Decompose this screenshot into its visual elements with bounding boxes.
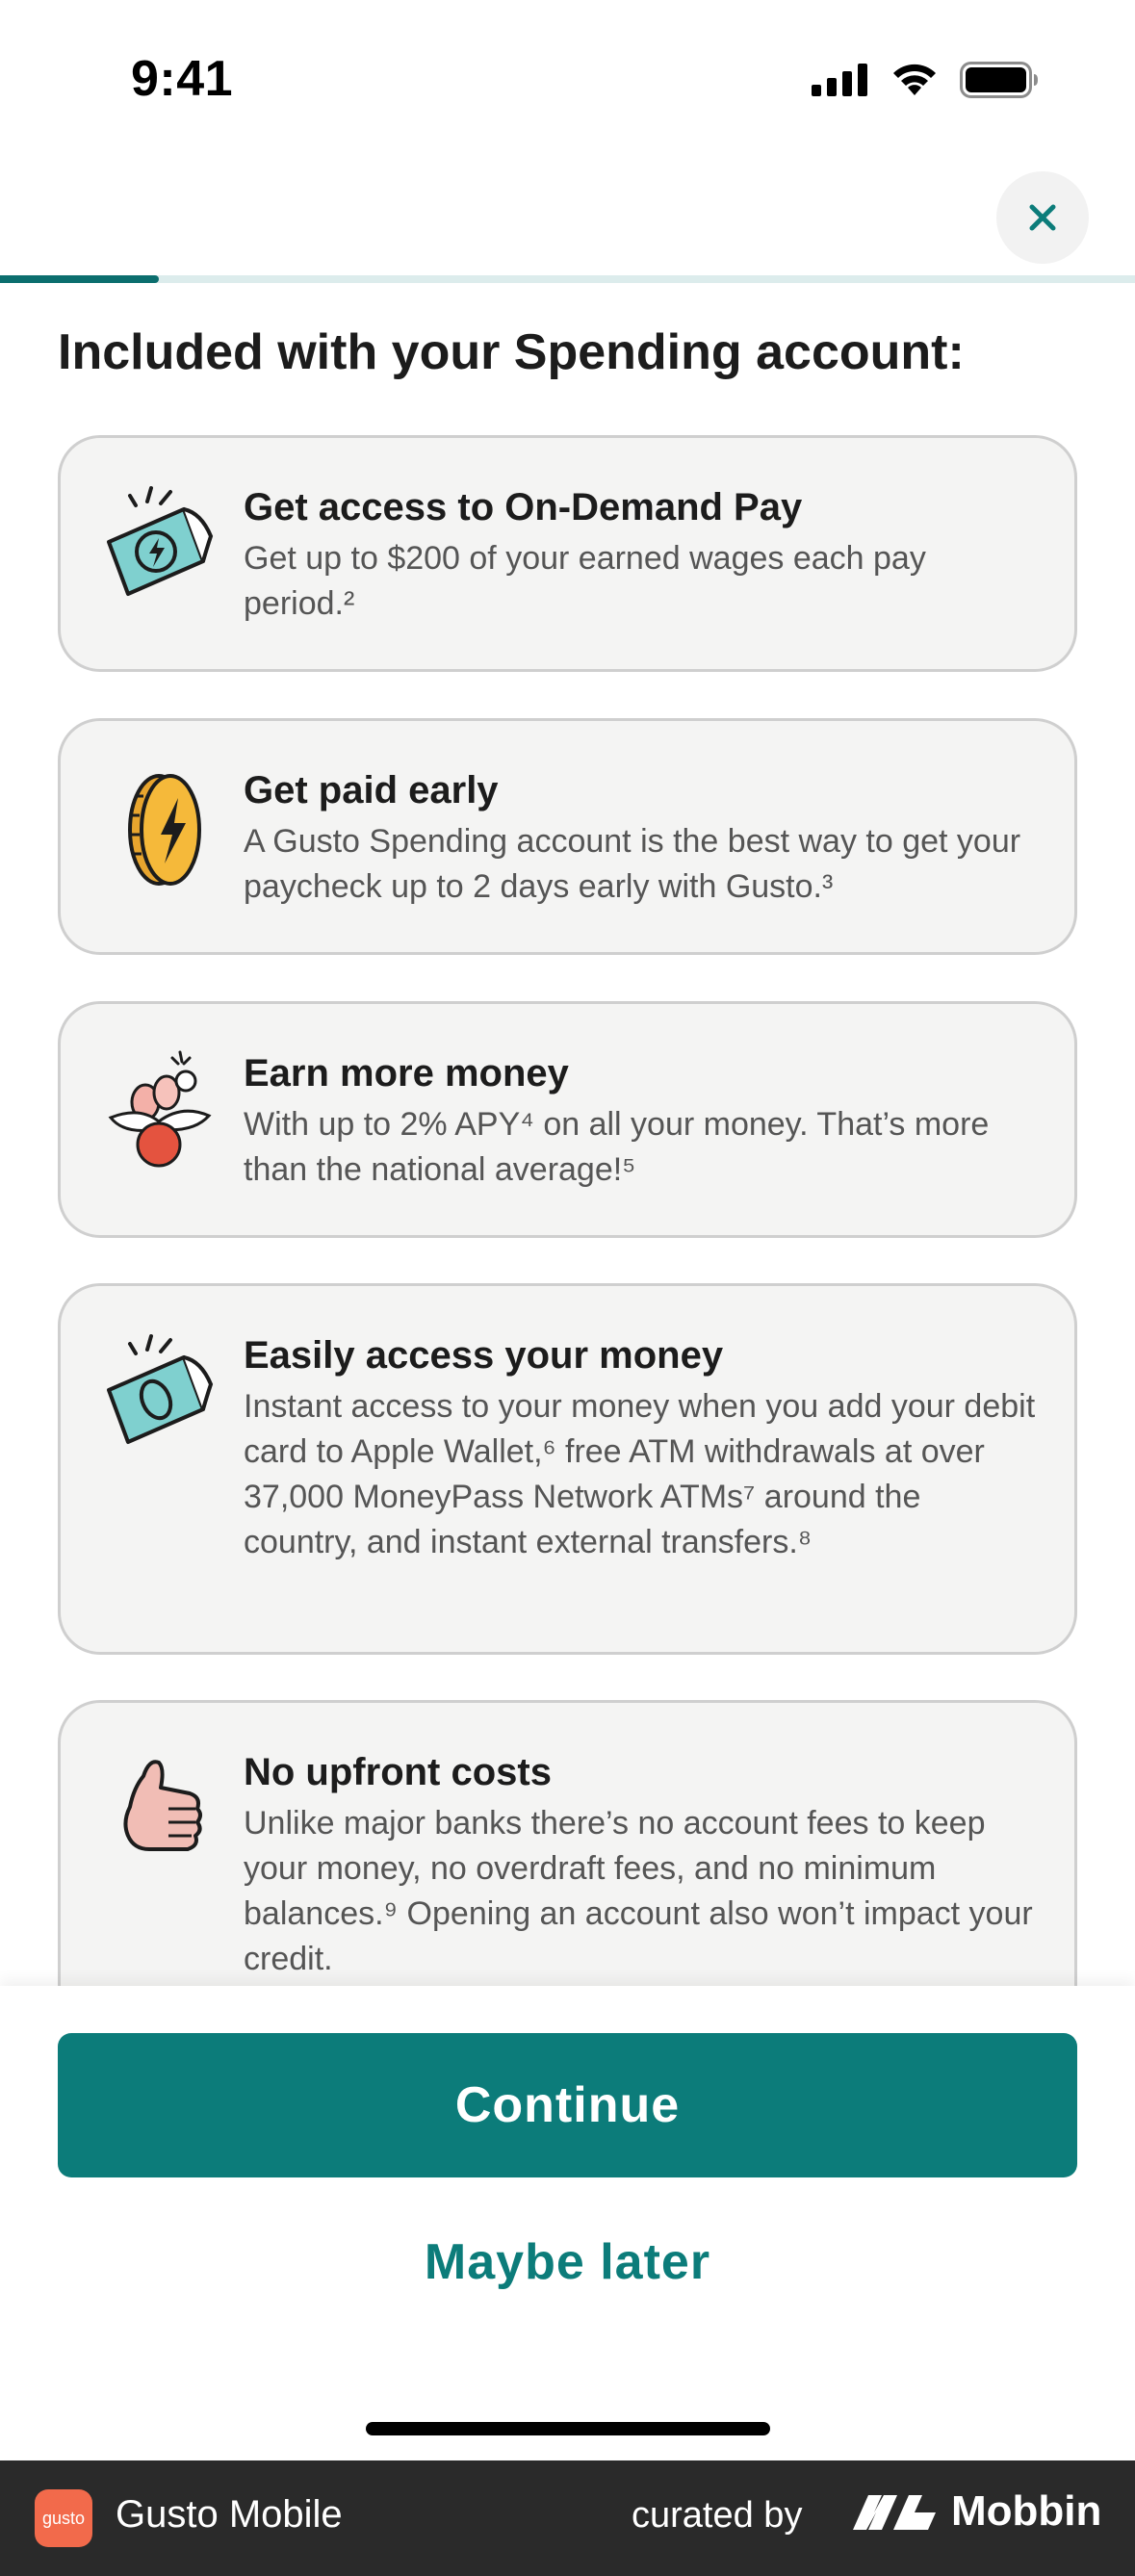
card-body: With up to 2% APY⁴ on all your money. Th… [244, 1106, 990, 1188]
flower-pot-icon [108, 1050, 212, 1168]
maybe-later-link[interactable]: Maybe later [0, 2224, 1135, 2301]
feature-card-on-demand-pay: Get access to On-Demand Pay Get up to $2… [58, 435, 1077, 672]
footer-bar: gusto Gusto Mobile curated by Mobbin [0, 2460, 1135, 2576]
home-indicator [366, 2422, 770, 2435]
status-icons [812, 62, 1039, 98]
close-icon [1029, 204, 1056, 231]
battery-icon [960, 62, 1038, 98]
status-time: 9:41 [131, 51, 234, 107]
card-title: Earn more money [244, 1052, 569, 1095]
card-body: Get up to $200 of your earned wages each… [244, 540, 926, 622]
page-title: Included with your Spending account: [58, 324, 965, 380]
card-title: Get access to On-Demand Pay [244, 486, 803, 528]
footer-app-name: Gusto Mobile [116, 2493, 343, 2536]
status-bar: 9:41 [0, 0, 1135, 164]
footer-curated-by: curated by [632, 2495, 803, 2536]
progress-fill [0, 275, 160, 283]
coin-bolt-icon [128, 774, 201, 886]
card-title: No upfront costs [244, 1751, 552, 1793]
wifi-icon [893, 64, 936, 95]
card-title: Easily access your money [244, 1334, 724, 1377]
card-body: A Gusto Spending account is the best way… [244, 823, 1021, 905]
gusto-logo: gusto [35, 2489, 92, 2547]
card-title: Get paid early [244, 769, 499, 811]
card-body: Unlike major banks there’s no account fe… [244, 1805, 1033, 1977]
mobbin-brand: Mobbin [851, 2487, 1101, 2536]
feature-card-get-paid-early: Get paid early A Gusto Spending account … [58, 718, 1077, 955]
feature-card-earn-more: Earn more money With up to 2% APY⁴ on al… [58, 1001, 1077, 1238]
footer-brand-name: Mobbin [951, 2487, 1102, 2535]
feature-card-easily-access: Easily access your money Instant access … [58, 1283, 1077, 1655]
mobbin-logo-icon [853, 2495, 936, 2530]
close-button[interactable] [996, 171, 1089, 264]
card-body: Instant access to your money when you ad… [244, 1388, 1036, 1560]
cellular-signal-icon [812, 64, 867, 96]
thumbs-up-icon [123, 1760, 202, 1851]
progress-bar [0, 275, 1135, 283]
continue-button[interactable]: Continue [58, 2033, 1077, 2177]
cash-bill-icon [107, 1334, 214, 1444]
cash-bolt-icon [107, 486, 214, 596]
